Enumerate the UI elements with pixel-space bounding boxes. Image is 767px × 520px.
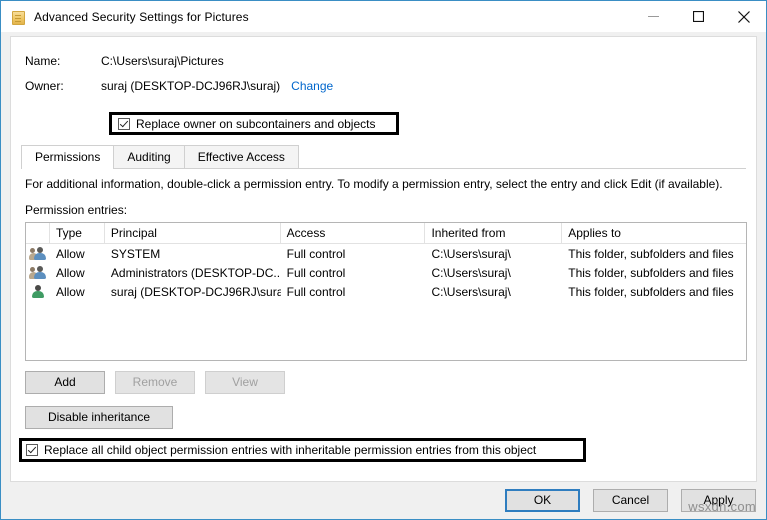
name-value: C:\Users\suraj\Pictures xyxy=(101,54,224,68)
row-principal: suraj (DESKTOP-DCJ96RJ\suraj) xyxy=(105,285,281,299)
list-header-row: Type Principal Access Inherited from App… xyxy=(26,223,746,244)
row-principal: Administrators (DESKTOP-DC... xyxy=(105,266,281,280)
row-inherited-from: C:\Users\suraj\ xyxy=(425,285,562,299)
replace-owner-label: Replace owner on subcontainers and objec… xyxy=(136,117,375,131)
change-owner-link[interactable]: Change xyxy=(291,79,333,93)
column-header-principal[interactable]: Principal xyxy=(105,223,281,243)
remove-button: Remove xyxy=(115,371,195,394)
row-type: Allow xyxy=(50,285,105,299)
name-row: Name: C:\Users\suraj\Pictures xyxy=(11,37,756,68)
column-header-inherited-from[interactable]: Inherited from xyxy=(425,223,562,243)
column-header-type[interactable]: Type xyxy=(50,223,105,243)
row-type: Allow xyxy=(50,247,105,261)
table-row[interactable]: Allow suraj (DESKTOP-DCJ96RJ\suraj) Full… xyxy=(26,282,746,301)
apply-button[interactable]: Apply xyxy=(681,489,756,512)
row-principal-user-icon xyxy=(26,284,50,299)
replace-child-permissions-checkbox[interactable] xyxy=(26,444,38,456)
title-bar: Advanced Security Settings for Pictures xyxy=(1,1,766,32)
row-access: Full control xyxy=(281,247,426,261)
table-row[interactable]: Allow SYSTEM Full control C:\Users\suraj… xyxy=(26,244,746,263)
row-type: Allow xyxy=(50,266,105,280)
tab-strip: Permissions Auditing Effective Access xyxy=(21,144,746,169)
owner-label: Owner: xyxy=(25,79,101,93)
add-button[interactable]: Add xyxy=(25,371,105,394)
row-inherited-from: C:\Users\suraj\ xyxy=(425,266,562,280)
column-header-access[interactable]: Access xyxy=(281,223,426,243)
window-title: Advanced Security Settings for Pictures xyxy=(34,10,249,24)
permission-entries-list[interactable]: Type Principal Access Inherited from App… xyxy=(25,222,747,361)
replace-child-permissions-annotation-box: Replace all child object permission entr… xyxy=(19,438,586,462)
tab-effective-access[interactable]: Effective Access xyxy=(184,145,299,168)
replace-child-permissions-label: Replace all child object permission entr… xyxy=(44,443,536,457)
permission-entries-label: Permission entries: xyxy=(25,203,127,217)
column-header-icon[interactable] xyxy=(26,223,50,243)
advanced-security-settings-window: Advanced Security Settings for Pictures … xyxy=(0,0,767,520)
row-access: Full control xyxy=(281,266,426,280)
cancel-button[interactable]: Cancel xyxy=(593,489,668,512)
folder-icon xyxy=(10,9,26,25)
ok-button[interactable]: OK xyxy=(505,489,580,512)
tab-permissions[interactable]: Permissions xyxy=(21,145,114,168)
row-access: Full control xyxy=(281,285,426,299)
column-header-applies-to[interactable]: Applies to xyxy=(562,223,746,243)
permission-action-buttons: Add Remove View xyxy=(25,371,285,394)
footer-buttons: OK Cancel Apply xyxy=(505,489,756,512)
table-row[interactable]: Allow Administrators (DESKTOP-DC... Full… xyxy=(26,263,746,282)
row-inherited-from: C:\Users\suraj\ xyxy=(425,247,562,261)
replace-owner-checkbox[interactable] xyxy=(118,118,130,130)
window-controls xyxy=(631,1,766,32)
row-applies-to: This folder, subfolders and files xyxy=(562,266,746,280)
name-label: Name: xyxy=(25,54,101,68)
row-principal: SYSTEM xyxy=(105,247,281,261)
tab-auditing[interactable]: Auditing xyxy=(113,145,184,168)
dialog-footer: OK Cancel Apply wsxdn.com xyxy=(1,482,766,519)
minimize-button[interactable] xyxy=(631,1,676,32)
dialog-content-panel: Name: C:\Users\suraj\Pictures Owner: sur… xyxy=(10,36,757,482)
maximize-button[interactable] xyxy=(676,1,721,32)
view-button: View xyxy=(205,371,285,394)
close-button[interactable] xyxy=(721,1,766,32)
instruction-text: For additional information, double-click… xyxy=(25,177,723,191)
row-principal-group-icon xyxy=(26,265,50,280)
row-applies-to: This folder, subfolders and files xyxy=(562,247,746,261)
owner-row: Owner: suraj (DESKTOP-DCJ96RJ\suraj) Cha… xyxy=(11,68,756,93)
owner-value: suraj (DESKTOP-DCJ96RJ\suraj) xyxy=(101,79,280,93)
row-principal-group-icon xyxy=(26,246,50,261)
disable-inheritance-button[interactable]: Disable inheritance xyxy=(25,406,173,429)
replace-owner-annotation-box: Replace owner on subcontainers and objec… xyxy=(109,112,399,135)
row-applies-to: This folder, subfolders and files xyxy=(562,285,746,299)
